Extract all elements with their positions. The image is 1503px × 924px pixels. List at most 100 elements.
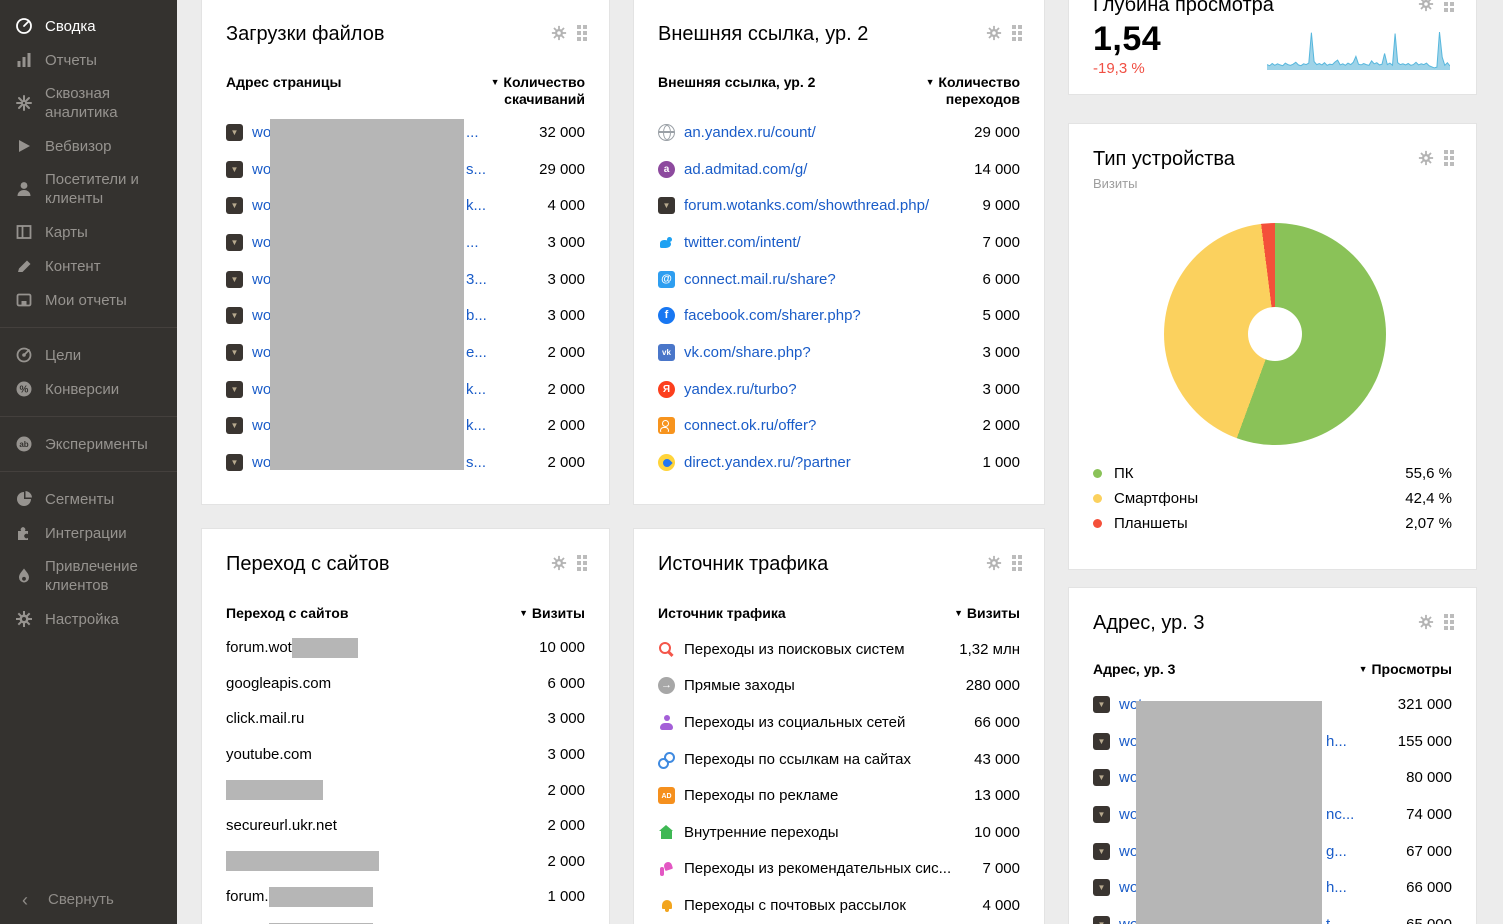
row-value: 32 000 — [539, 123, 585, 141]
widget-drag-handle[interactable] — [577, 25, 587, 41]
bar-chart-icon — [14, 51, 34, 69]
external-url-link[interactable]: facebook.com/sharer.php? — [684, 307, 861, 324]
traffic-source-label[interactable]: Переходы из поисковых систем — [684, 641, 905, 658]
traffic-source-label[interactable]: Переходы с почтовых рассылок — [684, 897, 906, 914]
widget-settings-button[interactable] — [986, 555, 1002, 571]
traffic-source-label[interactable]: Переходы по ссылкам на сайтах — [684, 751, 911, 768]
row-value: 2 000 — [547, 454, 585, 472]
flame-icon — [14, 567, 34, 585]
page-url-truncated-tail[interactable]: 3... — [466, 271, 487, 288]
percent-icon: % — [14, 380, 34, 398]
device-type-donut-chart — [1164, 223, 1386, 445]
traffic-source-label[interactable]: Переходы из социальных сетей — [684, 714, 905, 731]
traffic-source-icon — [658, 677, 675, 695]
sidebar-item-goals[interactable]: Цели — [0, 338, 177, 372]
sidebar-item-summary[interactable]: Сводка — [0, 9, 177, 43]
page-url-truncated-tail[interactable]: g... — [1326, 843, 1347, 860]
legend-value: 55,6 % — [1405, 465, 1452, 482]
row-value: 1,32 млн — [959, 640, 1020, 658]
site-favicon — [658, 197, 675, 215]
row-value: 29 000 — [539, 160, 585, 178]
sidebar-item-my-reports[interactable]: Мои отчеты — [0, 283, 177, 317]
widget-settings-button[interactable] — [1418, 0, 1434, 12]
referrer-site-label[interactable]: forum.wot — [226, 639, 292, 656]
external-url-link[interactable]: vk.com/share.php? — [684, 344, 811, 361]
column-header-metric-sort[interactable]: ▼ Визиты — [519, 605, 585, 622]
sidebar-item-maps[interactable]: Карты — [0, 215, 177, 249]
layout-icon — [14, 223, 34, 241]
row-value: 2 000 — [547, 380, 585, 398]
sidebar-item-webvisor[interactable]: Вебвизор — [0, 129, 177, 163]
widget-settings-button[interactable] — [551, 25, 567, 41]
page-url-truncated-tail[interactable]: k... — [466, 417, 486, 434]
widget-settings-button[interactable] — [1418, 150, 1434, 166]
page-url-truncated-tail[interactable]: k... — [466, 381, 486, 398]
page-url-truncated-tail[interactable]: t — [1326, 916, 1330, 924]
legend-value: 2,07 % — [1405, 515, 1452, 532]
widget-settings-button[interactable] — [551, 555, 567, 571]
page-url-truncated-tail[interactable]: ... — [466, 124, 479, 141]
sidebar-item-conversions[interactable]: % Конверсии — [0, 372, 177, 406]
sidebar-item-label: Карты — [45, 223, 88, 241]
external-url-link[interactable]: connect.mail.ru/share? — [684, 271, 836, 288]
external-url-link[interactable]: ad.admitad.com/g/ — [684, 161, 807, 178]
widget-settings-button[interactable] — [986, 25, 1002, 41]
widget-drag-handle[interactable] — [577, 555, 587, 571]
page-url-truncated-tail[interactable]: h... — [1326, 733, 1347, 750]
sidebar-item-experiments[interactable]: ab Эксперименты — [0, 427, 177, 461]
widget-drag-handle[interactable] — [1444, 150, 1454, 166]
sidebar-item-visitors[interactable]: Посетители и клиенты — [0, 163, 177, 215]
sidebar-item-reports[interactable]: Отчеты — [0, 43, 177, 77]
external-url-link[interactable]: yandex.ru/turbo? — [684, 381, 797, 398]
sidebar-item-segments[interactable]: Сегменты — [0, 482, 177, 516]
row-value: 9 000 — [982, 197, 1020, 215]
traffic-source-label[interactable]: Внутренние переходы — [684, 824, 839, 841]
row-value: 3 000 — [547, 270, 585, 288]
widget-drag-handle[interactable] — [1444, 614, 1454, 630]
page-url-truncated-tail[interactable]: h... — [1326, 879, 1347, 896]
external-url-link[interactable]: direct.yandex.ru/?partner — [684, 454, 851, 471]
page-url-truncated-tail[interactable]: k... — [466, 197, 486, 214]
sidebar-item-content[interactable]: Контент — [0, 249, 177, 283]
referrer-site-label[interactable]: click.mail.ru — [226, 710, 304, 727]
table-row: facebook.com/sharer.php? 5 000 — [658, 297, 1020, 334]
sidebar-item-acquisition[interactable]: Привлечение клиентов — [0, 550, 177, 602]
table-row: ad.admitad.com/g/ 14 000 — [658, 151, 1020, 188]
widget-title: Тип устройства — [1093, 148, 1235, 170]
page-url-truncated-tail[interactable]: b... — [466, 307, 487, 324]
column-header-metric-sort[interactable]: ▼ Визиты — [954, 605, 1020, 622]
widget-drag-handle[interactable] — [1012, 555, 1022, 571]
external-url-link[interactable]: twitter.com/intent/ — [684, 234, 801, 251]
referrer-site-label[interactable]: secureurl.ukr.net — [226, 817, 337, 834]
traffic-source-label[interactable]: Переходы по рекламе — [684, 787, 838, 804]
widget-drag-handle[interactable] — [1444, 0, 1454, 12]
traffic-source-label[interactable]: Прямые заходы — [684, 677, 795, 694]
external-url-link[interactable]: an.yandex.ru/count/ — [684, 124, 816, 141]
legend-item: Смартфоны 42,4 % — [1093, 486, 1452, 511]
column-header-metric-sort[interactable]: ▼ Количество переходов — [890, 74, 1020, 108]
traffic-source-label[interactable]: Переходы из рекомендательных сис... — [684, 860, 951, 877]
sidebar-item-settings[interactable]: Настройка — [0, 602, 177, 636]
external-url-link[interactable]: connect.ok.ru/offer? — [684, 417, 816, 434]
page-url-truncated-tail[interactable]: s... — [466, 161, 486, 178]
page-url-truncated-tail[interactable]: s... — [466, 454, 486, 471]
referrer-site-label[interactable]: youtube.com — [226, 746, 312, 763]
table-row: googleapis.com 6 000 — [226, 666, 585, 702]
column-header-metric-sort[interactable]: ▼ Просмотры — [1359, 661, 1452, 678]
referrer-site-label[interactable]: forum. — [226, 888, 269, 905]
page-url-truncated-tail[interactable]: nc... — [1326, 806, 1354, 823]
site-favicon — [658, 307, 675, 325]
sidebar-collapse-button[interactable]: ‹ Свернуть — [22, 889, 114, 910]
widget-settings-button[interactable] — [1418, 614, 1434, 630]
table-row: Внутренние переходы 10 000 — [658, 814, 1020, 851]
table-row: 2 000 — [226, 772, 585, 808]
column-header-metric-sort[interactable]: ▼ Количество скачиваний — [455, 74, 585, 108]
referrer-site-label[interactable]: googleapis.com — [226, 675, 331, 692]
sidebar-item-integrations[interactable]: Интеграции — [0, 516, 177, 550]
page-url-truncated-tail[interactable]: e... — [466, 344, 487, 361]
page-url-truncated-tail[interactable]: ... — [466, 234, 479, 251]
chevron-left-icon: ‹ — [22, 889, 28, 910]
sidebar-item-cross-analytics[interactable]: Сквозная аналитика — [0, 77, 177, 129]
external-url-link[interactable]: forum.wotanks.com/showthread.php/ — [684, 197, 929, 214]
widget-drag-handle[interactable] — [1012, 25, 1022, 41]
